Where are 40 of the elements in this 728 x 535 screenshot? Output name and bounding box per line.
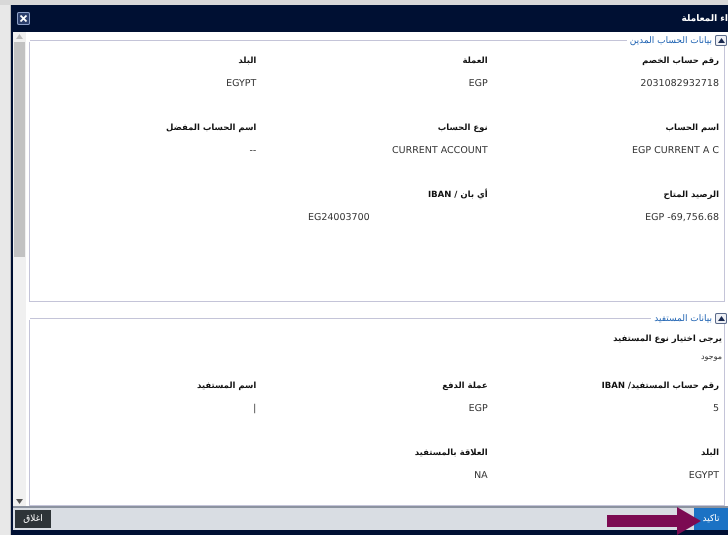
field-value: EGP <box>468 78 488 89</box>
scrollbar-thumb[interactable] <box>14 42 25 257</box>
field-value: 5 <box>712 403 719 414</box>
field-label: رقم حساب الخصم <box>642 56 719 66</box>
field-label: الرصيد المتاح <box>663 190 719 200</box>
close-button[interactable] <box>17 12 30 25</box>
field-value: 2031082932718 <box>640 78 719 89</box>
field-label: يرجى اختيار نوع المستفيد <box>613 334 722 344</box>
section-title: بيانات الحساب المدين <box>630 36 712 46</box>
up-triangle-icon <box>718 38 724 43</box>
close-icon <box>19 14 28 23</box>
field-label: العلاقة بالمستفيد <box>414 448 488 458</box>
field-value: EGP -69,756.68 <box>645 212 719 223</box>
field-value: موجود <box>700 352 722 361</box>
field-label: اسم الحساب المفضل <box>166 123 256 133</box>
field-label: البلد <box>238 56 256 66</box>
field-value: CURRENT ACCOUNT <box>392 145 488 156</box>
field-label: البلد <box>701 448 719 458</box>
field-label: نوع الحساب <box>438 123 488 133</box>
scroll-down-icon[interactable] <box>16 499 23 504</box>
field-value: NA <box>474 470 488 481</box>
collapse-toggle[interactable] <box>715 35 727 46</box>
up-triangle-icon <box>718 316 724 321</box>
field-value: EGP <box>468 403 488 414</box>
field-value: -- <box>249 145 256 156</box>
collapse-toggle[interactable] <box>715 313 727 324</box>
field-value: | <box>253 403 256 414</box>
section-title: بيانات المستفيد <box>654 314 712 324</box>
field-label: اسم الحساب <box>665 123 719 133</box>
field-label: عملة الدفع <box>442 381 488 391</box>
close-button[interactable]: اغلاق <box>15 510 51 528</box>
field-value: EGYPT <box>688 470 719 481</box>
field-value: EGYPT <box>226 78 256 89</box>
window-title: اء المعاملة <box>682 14 728 24</box>
confirm-button[interactable]: تاكيد <box>694 508 728 530</box>
field-label: العملة <box>462 56 488 66</box>
field-value: EG24003700 <box>308 212 370 223</box>
field-label: اسم المستفيد <box>197 381 256 391</box>
field-value: EGP CURRENT A C <box>632 145 719 156</box>
scrollbar[interactable] <box>13 32 26 506</box>
